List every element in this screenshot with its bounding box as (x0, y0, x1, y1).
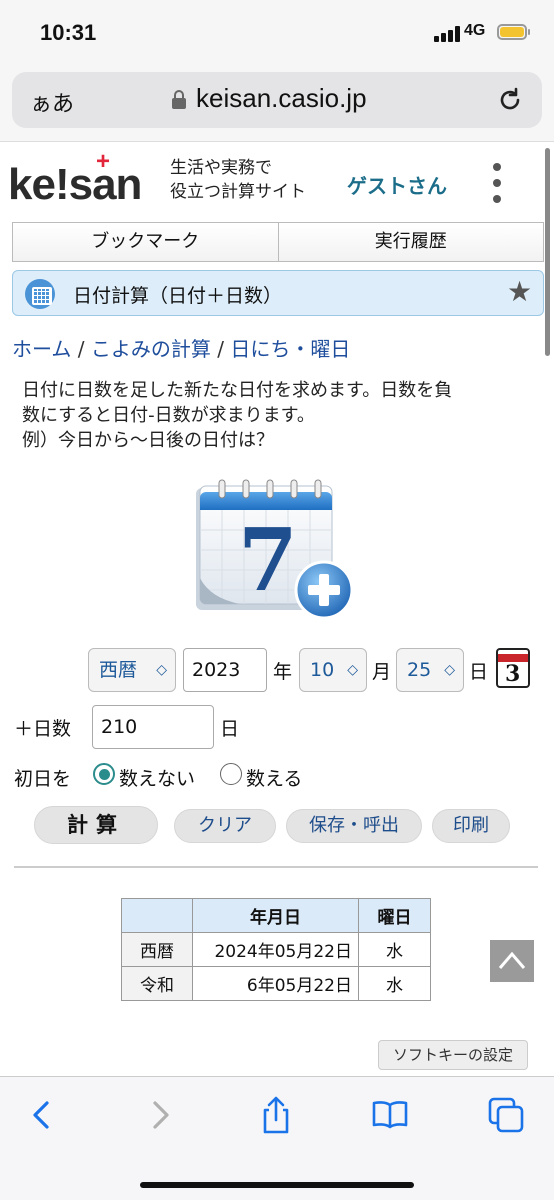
print-button[interactable]: 印刷 (432, 809, 510, 843)
first-day-label: 初日を (14, 768, 72, 790)
header-weekday: 曜日 (358, 898, 431, 933)
year-label: 年 (273, 661, 293, 683)
breadcrumb-home[interactable]: ホーム (12, 337, 71, 361)
guest-user-link[interactable]: ゲストさん (347, 170, 447, 199)
network-type: 4G (464, 22, 486, 39)
tabs-icon[interactable] (486, 1095, 526, 1135)
days-label: ＋日数 (14, 718, 72, 740)
result-weekday: 水 (358, 932, 431, 967)
softkey-settings-button[interactable]: ソフトキーの設定 (378, 1040, 528, 1070)
breadcrumb-hinichi[interactable]: 日にち・曜日 (230, 337, 350, 361)
divider (14, 866, 538, 868)
reader-settings-button[interactable]: ぁあ (30, 86, 74, 118)
bookmarks-icon[interactable] (370, 1095, 410, 1135)
scrollbar[interactable] (545, 148, 550, 356)
radio-exclude-first-day[interactable] (93, 763, 115, 785)
result-table: 年月日 曜日 西暦 2024年05月22日 水 令和 6年05月22日 水 (121, 898, 431, 1001)
signal-icon (434, 26, 460, 42)
calendar-icon (25, 279, 55, 309)
svg-text:7: 7 (238, 510, 298, 611)
day-label: 日 (469, 661, 489, 683)
result-date: 2024年05月22日 (192, 932, 359, 967)
reload-icon[interactable] (496, 86, 524, 114)
clock: 10:31 (40, 20, 97, 45)
table-row: 西暦 2024年05月22日 水 (121, 932, 431, 967)
back-icon[interactable] (22, 1095, 62, 1135)
table-row: 令和 6年05月22日 水 (121, 966, 431, 1001)
result-era: 令和 (121, 966, 193, 1001)
url-text[interactable]: keisan.casio.jp (196, 83, 367, 114)
page-description: 日付に日数を足した新たな日付を求めます。日数を負 数にすると日付-日数が求まりま… (22, 380, 453, 451)
calculate-button[interactable]: 計算 (34, 806, 158, 844)
site-logo[interactable]: ke!san (8, 160, 142, 210)
share-icon[interactable] (256, 1095, 296, 1135)
address-bar[interactable]: ぁあ keisan.casio.jp (12, 72, 542, 128)
era-select[interactable]: 西暦 ◇ (88, 648, 176, 692)
page-title-bar: 日付計算（日付＋日数） ★ (12, 270, 544, 316)
site-tabs: ブックマーク 実行履歴 (12, 222, 544, 262)
clear-button[interactable]: クリア (174, 809, 276, 843)
tab-bookmark[interactable]: ブックマーク (13, 223, 278, 261)
days-input[interactable]: 210 (92, 705, 214, 749)
option-include-label[interactable]: 数える (246, 764, 302, 791)
result-weekday: 水 (358, 966, 431, 1001)
option-exclude-label[interactable]: 数えない (119, 764, 195, 791)
battery-icon (497, 24, 530, 40)
lock-icon (172, 90, 186, 109)
table-header-row: 年月日 曜日 (121, 898, 431, 933)
logo-plus-mark: + (96, 148, 111, 175)
calendar-picker-icon[interactable]: 3 (496, 648, 530, 688)
scroll-to-top-icon[interactable] (490, 940, 534, 982)
day-select[interactable]: 25 ◇ (396, 648, 464, 692)
header-date: 年月日 (192, 898, 359, 933)
browser-address-area: ぁあ keisan.casio.jp (0, 64, 554, 142)
more-menu-icon[interactable] (490, 163, 504, 205)
page-title: 日付計算（日付＋日数） (73, 285, 283, 307)
home-indicator (140, 1182, 414, 1188)
chevron-updown-icon: ◇ (347, 662, 358, 678)
tab-history[interactable]: 実行履歴 (277, 223, 544, 261)
status-bar: 10:31 4G (0, 0, 554, 64)
header-era (121, 898, 193, 933)
days-unit: 日 (220, 718, 240, 740)
month-label: 月 (372, 661, 392, 683)
forward-icon[interactable] (140, 1095, 180, 1135)
chevron-updown-icon: ◇ (444, 662, 455, 678)
radio-include-first-day[interactable] (220, 763, 242, 785)
bookmark-star-icon[interactable]: ★ (507, 275, 532, 308)
calendar-plus-illustration: 7 (196, 479, 354, 620)
breadcrumb-koyomi[interactable]: こよみの計算 (91, 337, 211, 361)
month-select[interactable]: 10 ◇ (299, 648, 367, 692)
result-date: 6年05月22日 (192, 966, 359, 1001)
result-era: 西暦 (121, 932, 193, 967)
chevron-updown-icon: ◇ (156, 662, 167, 678)
breadcrumb: ホーム / こよみの計算 / 日にち・曜日 (12, 337, 351, 361)
save-load-button[interactable]: 保存・呼出 (286, 809, 422, 843)
site-tagline: 生活や実務で 役立つ計算サイト (170, 158, 306, 202)
year-input[interactable]: 2023 (183, 648, 267, 692)
